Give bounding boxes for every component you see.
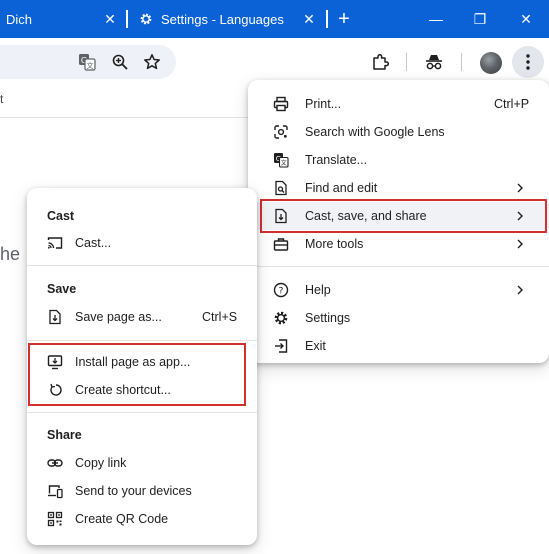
section-heading-share: Share: [47, 428, 82, 442]
svg-text:文: 文: [87, 61, 94, 70]
cast-icon: [47, 235, 63, 251]
svg-text:文: 文: [281, 159, 287, 167]
menu-divider: [27, 265, 257, 266]
menu-item-label: Exit: [305, 339, 326, 353]
menu-item-google-lens[interactable]: Search with Google Lens: [248, 118, 549, 146]
find-icon: [273, 180, 289, 196]
chevron-right-icon: [517, 285, 523, 295]
chevron-right-icon: [517, 183, 523, 193]
exit-icon: [273, 338, 289, 354]
menu-item-save-page[interactable]: Save page as... Ctrl+S: [27, 303, 257, 331]
menu-item-translate[interactable]: G文 Translate...: [248, 146, 549, 174]
kebab-icon: [526, 54, 530, 70]
qr-code-icon: [47, 511, 63, 527]
menu-item-more-tools[interactable]: More tools: [248, 230, 549, 258]
section-heading-save: Save: [47, 282, 77, 296]
highlight-box-install-shortcut: [28, 343, 246, 406]
menu-item-help[interactable]: ? Help: [248, 276, 549, 304]
tab-title: Dich: [6, 11, 33, 27]
devices-icon: [47, 483, 63, 499]
menu-item-label: Translate...: [305, 153, 368, 167]
menu-item-label: More tools: [305, 237, 364, 251]
menu-item-label: Cast...: [75, 236, 112, 250]
gear-icon: [139, 12, 161, 26]
menu-item-label: Save page as...: [75, 310, 162, 324]
toolbar-divider: [406, 53, 407, 71]
tab-close-icon[interactable]: ✕: [100, 9, 120, 29]
title-bar: Dich ✕ Settings - Languages ✕ + — ❐ ✕: [0, 0, 549, 38]
tab-divider: [326, 10, 328, 28]
menu-divider: [248, 266, 549, 267]
bookmark-fragment[interactable]: t: [0, 92, 3, 106]
google-lens-icon: [273, 124, 289, 140]
menu-item-label: Send to your devices: [75, 484, 192, 498]
highlight-box-cast-save-share: [260, 199, 547, 233]
menu-item-create-qr-code[interactable]: Create QR Code: [27, 505, 257, 533]
menu-item-label: Create QR Code: [75, 512, 169, 526]
toolbox-icon: [273, 236, 289, 252]
minimize-button[interactable]: —: [426, 9, 446, 29]
menu-item-print[interactable]: Print... Ctrl+P: [248, 90, 549, 118]
tab-close-icon[interactable]: ✕: [299, 9, 319, 29]
restore-button[interactable]: ❐: [470, 9, 490, 29]
help-icon: ?: [273, 282, 289, 298]
menu-item-find-edit[interactable]: Find and edit: [248, 174, 549, 202]
menu-item-cast[interactable]: Cast...: [27, 229, 257, 257]
incognito-icon[interactable]: [424, 52, 444, 72]
menu-item-send-to-devices[interactable]: Send to your devices: [27, 477, 257, 505]
menu-item-label: Find and edit: [305, 181, 378, 195]
menu-item-label: Search with Google Lens: [305, 125, 445, 139]
close-window-button[interactable]: ✕: [516, 9, 536, 29]
shortcut-label: Ctrl+P: [494, 97, 530, 111]
page-text-fragment: he: [0, 244, 21, 264]
menu-item-exit[interactable]: Exit: [248, 332, 549, 360]
menu-item-label: Help: [305, 283, 331, 297]
menu-item-copy-link[interactable]: Copy link: [27, 449, 257, 477]
bookmark-star-icon[interactable]: [142, 52, 162, 72]
tab-divider: [126, 10, 128, 28]
more-options-button[interactable]: [512, 46, 544, 78]
zoom-icon[interactable]: [110, 52, 130, 72]
menu-divider: [27, 412, 257, 413]
svg-text:?: ?: [279, 287, 284, 297]
section-heading-cast: Cast: [47, 209, 75, 223]
new-tab-button[interactable]: +: [334, 8, 354, 30]
toolbar-divider: [461, 53, 462, 71]
shortcut-label: Ctrl+S: [202, 310, 238, 324]
translate-page-icon[interactable]: G文: [77, 52, 97, 72]
toolbar: G文: [0, 38, 549, 86]
tab-settings-languages[interactable]: Settings - Languages: [139, 0, 284, 38]
translate-icon: G文: [273, 152, 289, 168]
menu-item-label: Copy link: [75, 456, 127, 470]
menu-item-label: Print...: [305, 97, 342, 111]
settings-icon: [273, 310, 289, 326]
menu-item-label: Settings: [305, 311, 351, 325]
extensions-icon[interactable]: [370, 52, 390, 72]
chevron-right-icon: [517, 239, 523, 249]
print-icon: [273, 96, 289, 112]
menu-divider: [27, 340, 257, 341]
link-icon: [47, 455, 63, 471]
menu-item-settings[interactable]: Settings: [248, 304, 549, 332]
profile-avatar[interactable]: [480, 52, 502, 74]
save-page-icon: [47, 309, 63, 325]
tab-title: Settings - Languages: [161, 11, 284, 27]
tab-dich[interactable]: Dich: [6, 0, 32, 38]
